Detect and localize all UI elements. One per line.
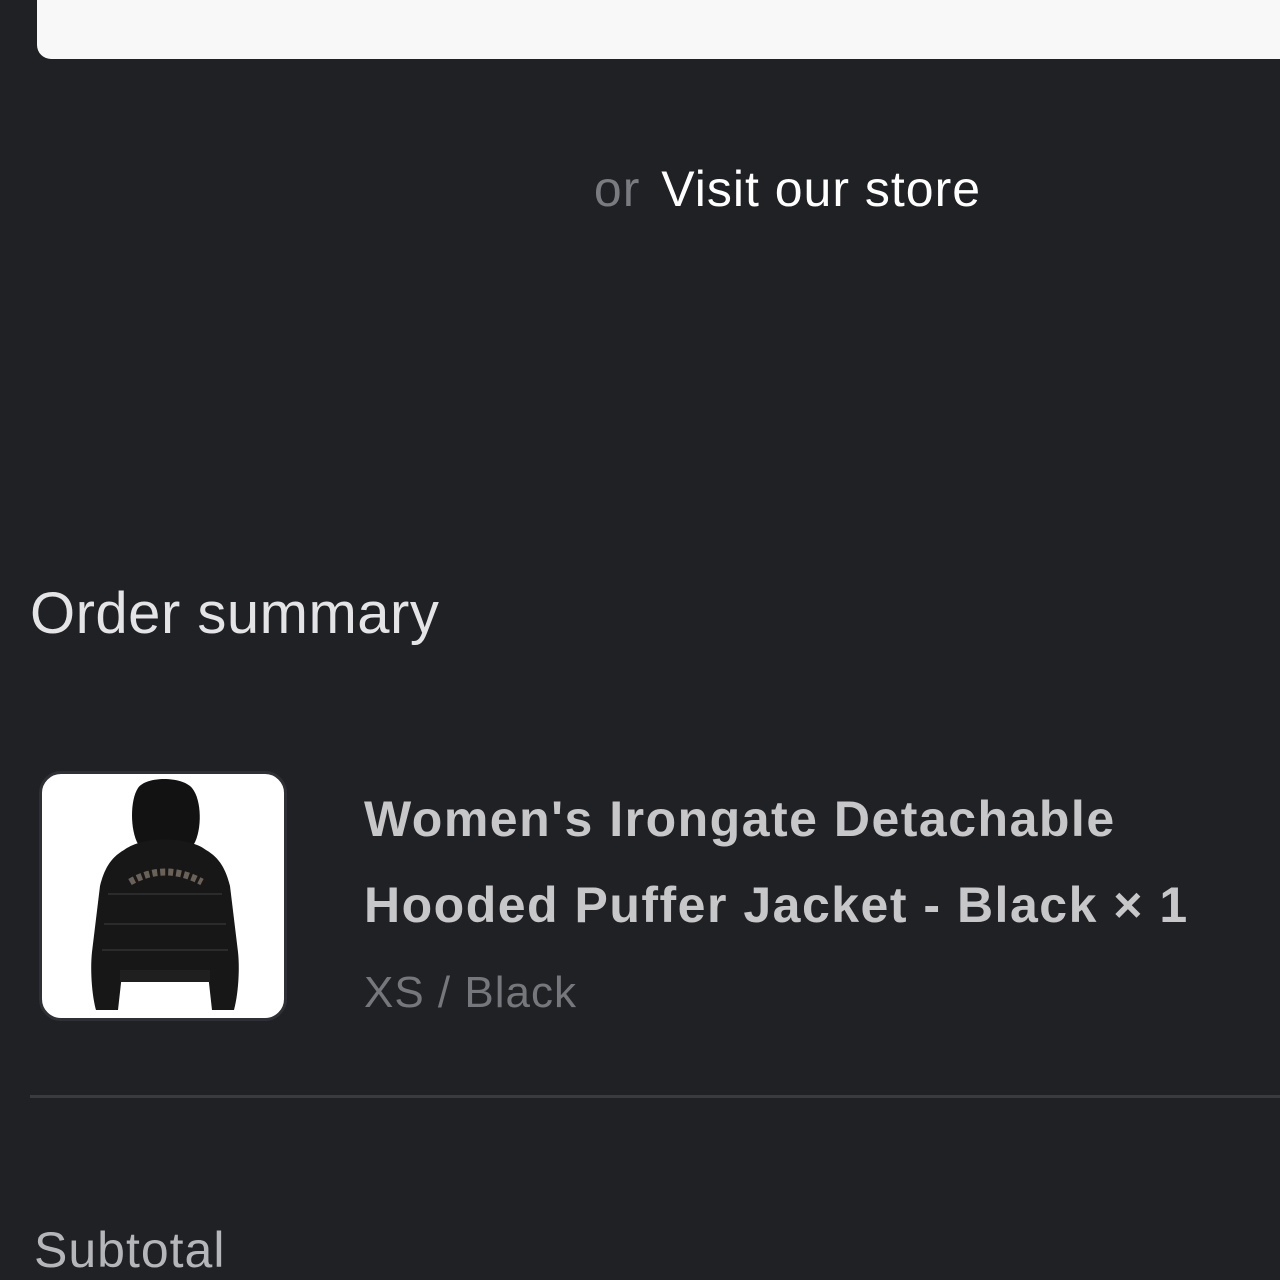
- order-summary-title: Order summary: [30, 581, 440, 646]
- or-separator-text: or: [593, 161, 641, 217]
- summary-divider: [30, 1095, 1280, 1098]
- black-puffer-jacket-image: [91, 779, 239, 1010]
- product-name: Women's Irongate Detachable Hooded Puffe…: [364, 791, 1189, 933]
- subtotal-label: Subtotal: [34, 1222, 226, 1278]
- visit-store-link[interactable]: Visit our store: [661, 161, 981, 217]
- checkout-page: or Visit our store Order summary Women's…: [0, 0, 1280, 1280]
- alternative-action-row: or Visit our store: [0, 156, 1280, 222]
- product-variant: XS / Black: [364, 968, 577, 1017]
- checkout-action-button[interactable]: [37, 0, 1280, 59]
- product-thumbnail: [39, 771, 287, 1021]
